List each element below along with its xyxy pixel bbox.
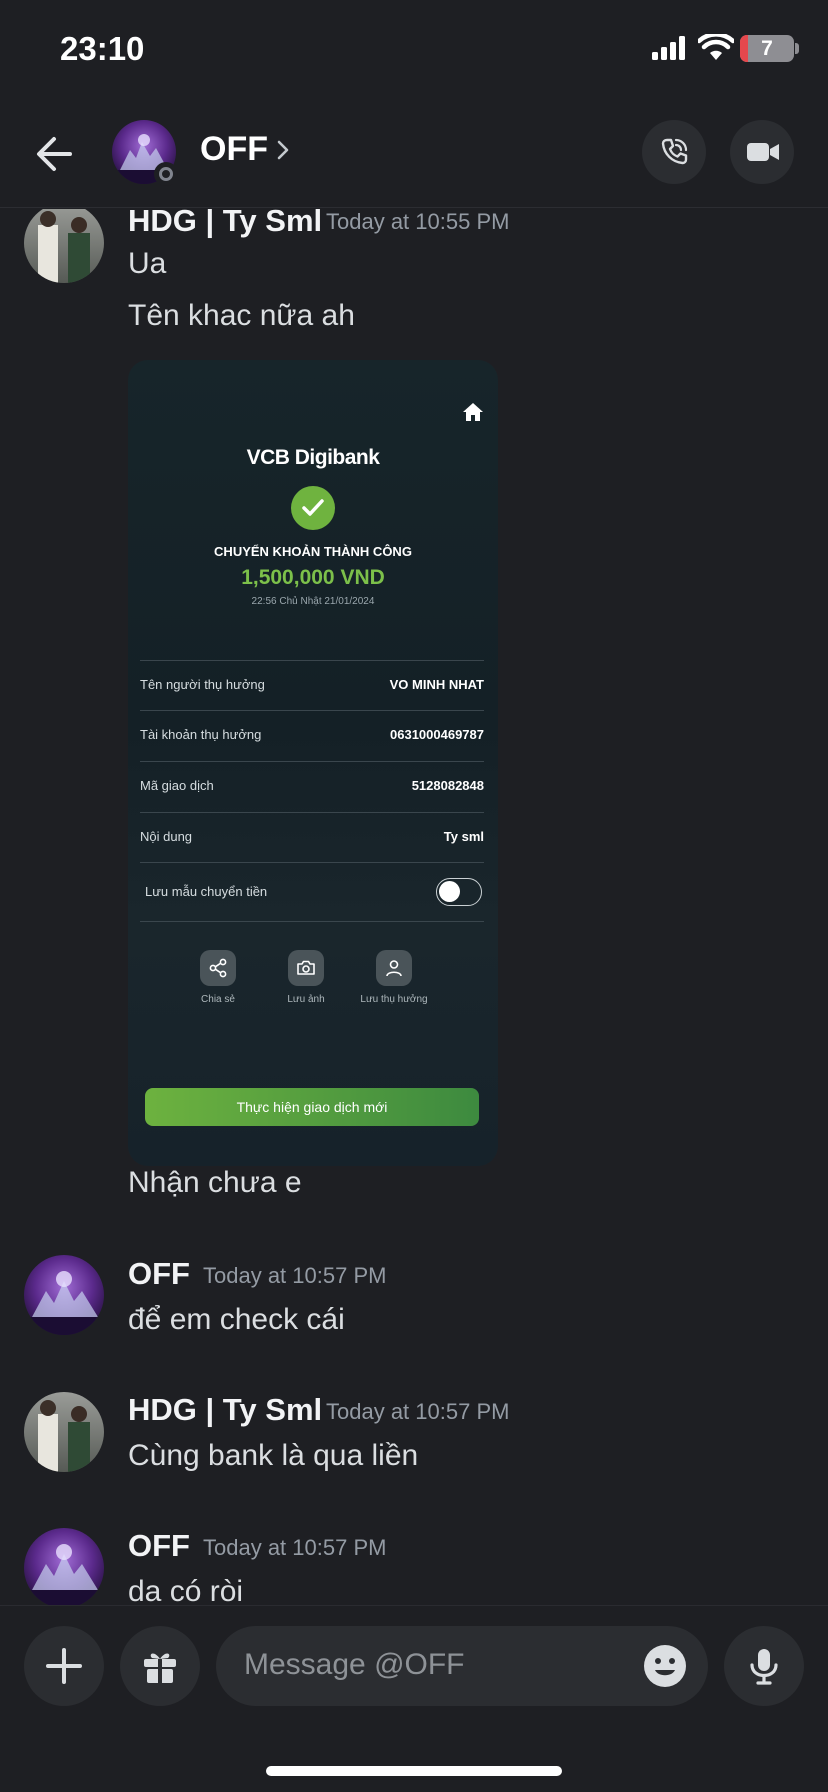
receipt-row-value: 0631000469787	[390, 727, 484, 742]
message-list[interactable]: HDG | Ty Sml Today at 10:55 PM Ua Tên kh…	[0, 209, 828, 1605]
receipt-row-value: 5128082848	[411, 778, 484, 793]
new-transaction-button: Thực hiện giao dịch mới	[145, 1088, 479, 1126]
video-call-button[interactable]	[730, 120, 794, 184]
avatar[interactable]	[24, 1255, 104, 1335]
share-action: Chia sẻ	[178, 950, 258, 1005]
channel-name[interactable]: OFF	[200, 130, 268, 169]
message-timestamp: Today at 10:55 PM	[326, 209, 510, 234]
avatar[interactable]	[24, 1392, 104, 1472]
action-label: Lưu thụ hưởng	[360, 994, 428, 1005]
gift-button[interactable]	[120, 1626, 200, 1706]
avatar[interactable]	[24, 1528, 104, 1605]
save-beneficiary-action: Lưu thụ hưởng	[354, 950, 434, 1005]
message-author[interactable]: HDG | Ty Sml	[128, 209, 322, 239]
save-template-toggle	[436, 878, 482, 906]
message-timestamp: Today at 10:57 PM	[326, 1399, 510, 1424]
battery-level: 7	[761, 37, 773, 60]
receipt-row: Tài khoản thụ hưởng 0631000469787	[140, 710, 484, 760]
receipt-row-label: Mã giao dịch	[140, 778, 214, 793]
receipt-row-value: Ty sml	[443, 829, 484, 844]
status-bar: 23:10 7	[0, 0, 828, 100]
status-time: 23:10	[60, 30, 145, 67]
message-text: da có ròi	[128, 1575, 244, 1605]
message-input-placeholder: Message @OFF	[244, 1648, 465, 1681]
plus-icon	[46, 1648, 82, 1684]
presence-status-icon	[154, 162, 178, 186]
message-text: Ua	[128, 247, 167, 280]
video-camera-icon	[747, 143, 779, 161]
message-text: Nhận chưa e	[128, 1166, 302, 1199]
receipt-row-label: Tài khoản thụ hưởng	[140, 727, 262, 742]
home-icon	[463, 403, 483, 421]
save-template-row: Lưu mẫu chuyển tiền	[140, 862, 484, 922]
save-image-action: Lưu ảnh	[266, 950, 346, 1005]
message-author[interactable]: HDG | Ty Sml	[128, 1392, 322, 1428]
cellular-signal-icon	[652, 36, 685, 60]
camera-icon	[297, 960, 315, 975]
message-author[interactable]: OFF	[128, 1528, 190, 1564]
receipt-row-label: Nội dung	[140, 829, 193, 844]
home-indicator[interactable]	[266, 1766, 562, 1776]
message-text: Tên khac nữa ah	[128, 299, 355, 332]
transfer-amount: 1,500,000 VND	[241, 566, 385, 589]
phone-icon	[661, 138, 688, 165]
save-template-label: Lưu mẫu chuyển tiền	[145, 884, 268, 899]
chat-header: OFF	[0, 100, 828, 208]
receipt-row: Nội dung Ty sml	[140, 812, 484, 862]
message-composer: Message @OFF	[0, 1605, 828, 1792]
attachment-image[interactable]: VCB Digibank CHUYỂN KHOẢN THÀNH CÔNG 1,5…	[128, 360, 498, 1166]
voice-message-button[interactable]	[724, 1626, 804, 1706]
microphone-icon	[750, 1649, 778, 1685]
emoji-icon[interactable]	[643, 1644, 687, 1688]
arrow-left-icon[interactable]	[30, 128, 82, 180]
wifi-icon	[698, 34, 734, 60]
chevron-right-icon[interactable]	[276, 138, 290, 162]
action-label: Lưu ảnh	[287, 994, 325, 1005]
message-text: Cùng bank là qua liền	[128, 1439, 419, 1472]
receipt-row: Tên người thụ hưởng VO MINH NHAT	[140, 660, 484, 710]
receipt-row: Mã giao dịch 5128082848	[140, 761, 484, 811]
message-input[interactable]: Message @OFF	[216, 1626, 708, 1706]
voice-call-button[interactable]	[642, 120, 706, 184]
gift-icon	[144, 1653, 176, 1683]
battery-nub	[795, 43, 799, 54]
success-check-icon	[291, 486, 335, 530]
battery-icon: 7	[740, 35, 794, 62]
share-icon	[209, 958, 227, 978]
transfer-datetime: 22:56 Chủ Nhật 21/01/2024	[251, 596, 375, 607]
message-author[interactable]: OFF	[128, 1256, 190, 1292]
message-text: để em check cái	[128, 1303, 345, 1336]
transfer-status: CHUYỂN KHOẢN THÀNH CÔNG	[214, 544, 412, 559]
message-timestamp: Today at 10:57 PM	[203, 1263, 387, 1288]
receipt-row-value: VO MINH NHAT	[389, 677, 484, 692]
avatar[interactable]	[24, 209, 104, 283]
bank-brand: VCB Digibank	[246, 446, 380, 469]
receipt-row-label: Tên người thụ hưởng	[140, 677, 265, 692]
add-attachment-button[interactable]	[24, 1626, 104, 1706]
message-timestamp: Today at 10:57 PM	[203, 1535, 387, 1560]
action-label: Chia sẻ	[201, 994, 235, 1005]
person-icon	[386, 960, 402, 977]
